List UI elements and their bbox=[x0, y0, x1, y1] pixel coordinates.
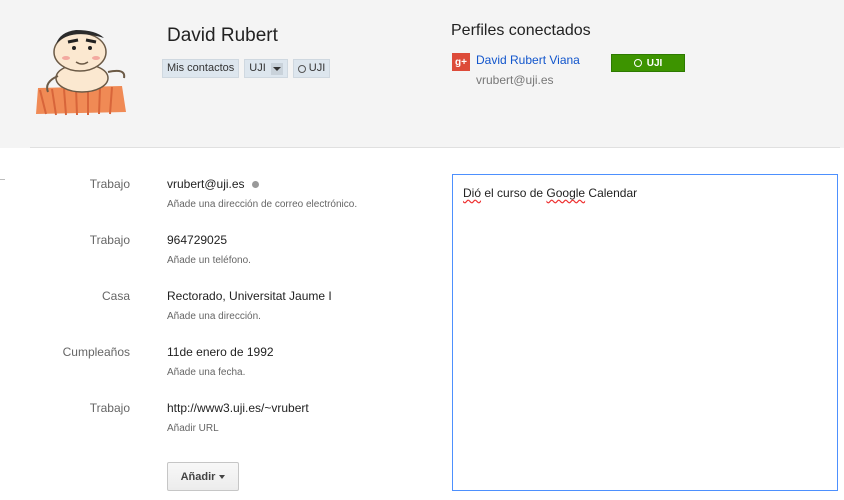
uji-circle-badge[interactable]: UJI bbox=[611, 54, 685, 72]
url-value[interactable]: http://www3.uji.es/~vrubert bbox=[167, 401, 309, 415]
add-phone-link[interactable]: Añade un teléfono. bbox=[167, 255, 251, 266]
status-dot-icon bbox=[251, 181, 259, 189]
phone-value[interactable]: 964729025 bbox=[167, 233, 227, 247]
my-contacts-label: Mis contactos bbox=[167, 62, 235, 74]
add-url-link[interactable]: Añadir URL bbox=[167, 423, 219, 434]
email-type-label[interactable]: Trabajo bbox=[0, 177, 130, 191]
contact-name: David Rubert bbox=[167, 25, 278, 46]
misspelled-word: Google bbox=[546, 186, 586, 200]
header-divider bbox=[30, 147, 840, 148]
add-email-link[interactable]: Añade una dirección de correo electrónic… bbox=[167, 199, 357, 210]
uji-circle-label: UJI bbox=[308, 62, 326, 74]
contact-avatar[interactable] bbox=[30, 20, 132, 120]
my-contacts-chip[interactable]: Mis contactos bbox=[162, 59, 240, 78]
connected-profile-link[interactable]: David Rubert Viana bbox=[476, 53, 580, 67]
uji-group-label: UJI bbox=[249, 62, 266, 74]
address-type-label[interactable]: Casa bbox=[0, 289, 130, 303]
chevron-down-icon[interactable] bbox=[270, 62, 283, 75]
connected-profiles-title: Perfiles conectados bbox=[451, 22, 591, 39]
misspelled-word: Dió bbox=[463, 186, 482, 200]
add-field-label: Añadir bbox=[180, 470, 216, 483]
uji-badge-label: UJI bbox=[646, 57, 663, 69]
uji-circle-chip[interactable]: UJI bbox=[292, 59, 331, 78]
circle-icon bbox=[297, 64, 306, 73]
contact-group-chips: Mis contactos UJI UJI bbox=[162, 59, 331, 78]
birthday-value[interactable]: 11de enero de 1992 bbox=[167, 345, 274, 359]
google-plus-icon: g+ bbox=[452, 53, 470, 71]
address-value[interactable]: Rectorado, Universitat Jaume I bbox=[167, 289, 332, 303]
add-field-button[interactable]: Añadir bbox=[167, 462, 239, 491]
email-value[interactable]: vrubert@uji.es bbox=[167, 177, 259, 191]
notes-text[interactable]: Dió el curso de Google Calendar bbox=[463, 186, 637, 200]
notes-textarea[interactable]: Dió el curso de Google Calendar bbox=[452, 174, 838, 491]
add-address-link[interactable]: Añade una dirección. bbox=[167, 311, 261, 322]
circle-icon bbox=[633, 59, 642, 67]
url-type-label[interactable]: Trabajo bbox=[0, 401, 130, 415]
birthday-type-label[interactable]: Cumpleaños bbox=[0, 345, 130, 359]
phone-type-label[interactable]: Trabajo bbox=[0, 233, 130, 247]
add-date-link[interactable]: Añade una fecha. bbox=[167, 367, 245, 378]
connected-profile-email: vrubert@uji.es bbox=[476, 73, 554, 87]
uji-group-chip[interactable]: UJI bbox=[244, 59, 288, 78]
chevron-down-icon bbox=[219, 474, 226, 479]
